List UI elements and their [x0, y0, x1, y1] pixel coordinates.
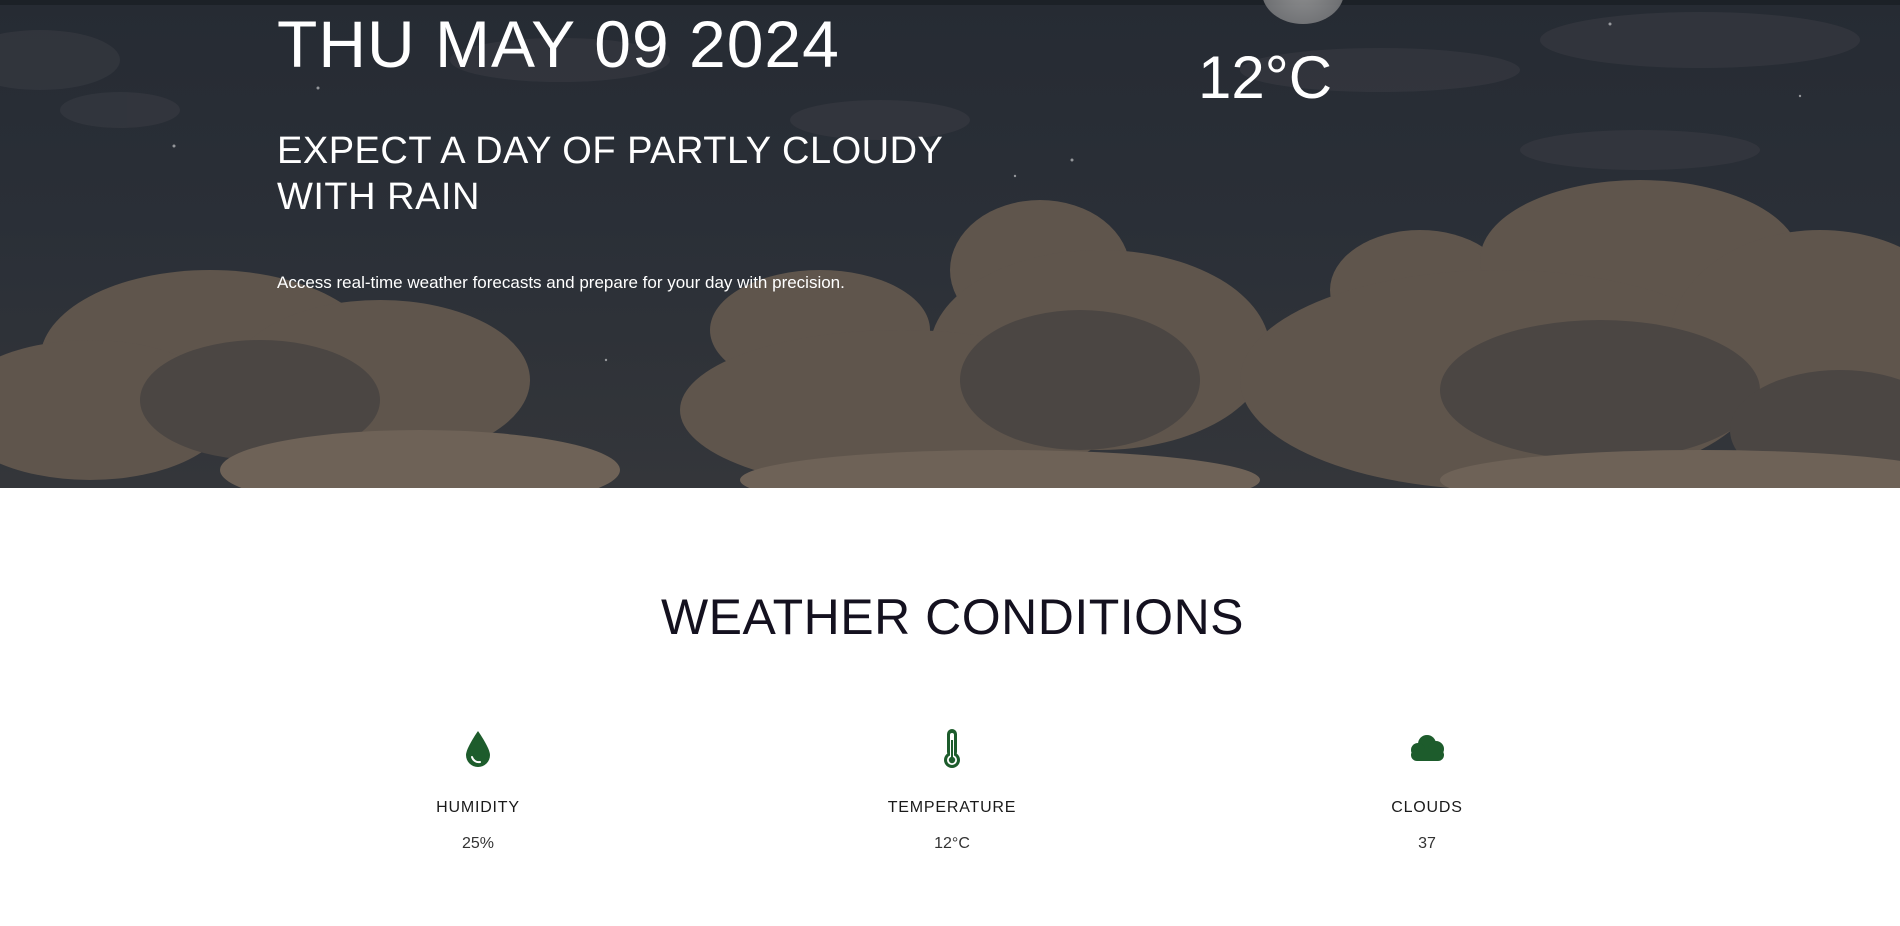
condition-label: HUMIDITY [436, 799, 520, 816]
cloud-icon [1411, 735, 1444, 761]
current-temperature: 12°C [1198, 44, 1333, 111]
condition-label: CLOUDS [1391, 799, 1463, 816]
current-date: THU MAY 09 2024 [277, 7, 840, 81]
hero-tagline: Access real-time weather forecasts and p… [277, 273, 845, 292]
condition-label: TEMPERATURE [887, 799, 1017, 816]
section-title: WEATHER CONDITIONS [660, 589, 1245, 645]
condition-value: 12°C [934, 835, 970, 852]
forecast-headline: EXPECT A DAY OF PARTLY CLOUDY WITH RAIN [277, 130, 943, 218]
condition-value: 37 [1418, 835, 1436, 852]
water-drop-icon [466, 731, 490, 767]
thermometer-icon [944, 729, 960, 768]
hero-banner: THU MAY 09 2024 12°C EXPECT A DAY OF PAR… [0, 0, 1900, 488]
condition-clouds: CLOUDS 37 [1297, 726, 1557, 854]
condition-value: 25% [461, 835, 495, 852]
condition-temperature: TEMPERATURE 12°C [822, 726, 1082, 854]
condition-humidity: HUMIDITY 25% [348, 726, 608, 854]
